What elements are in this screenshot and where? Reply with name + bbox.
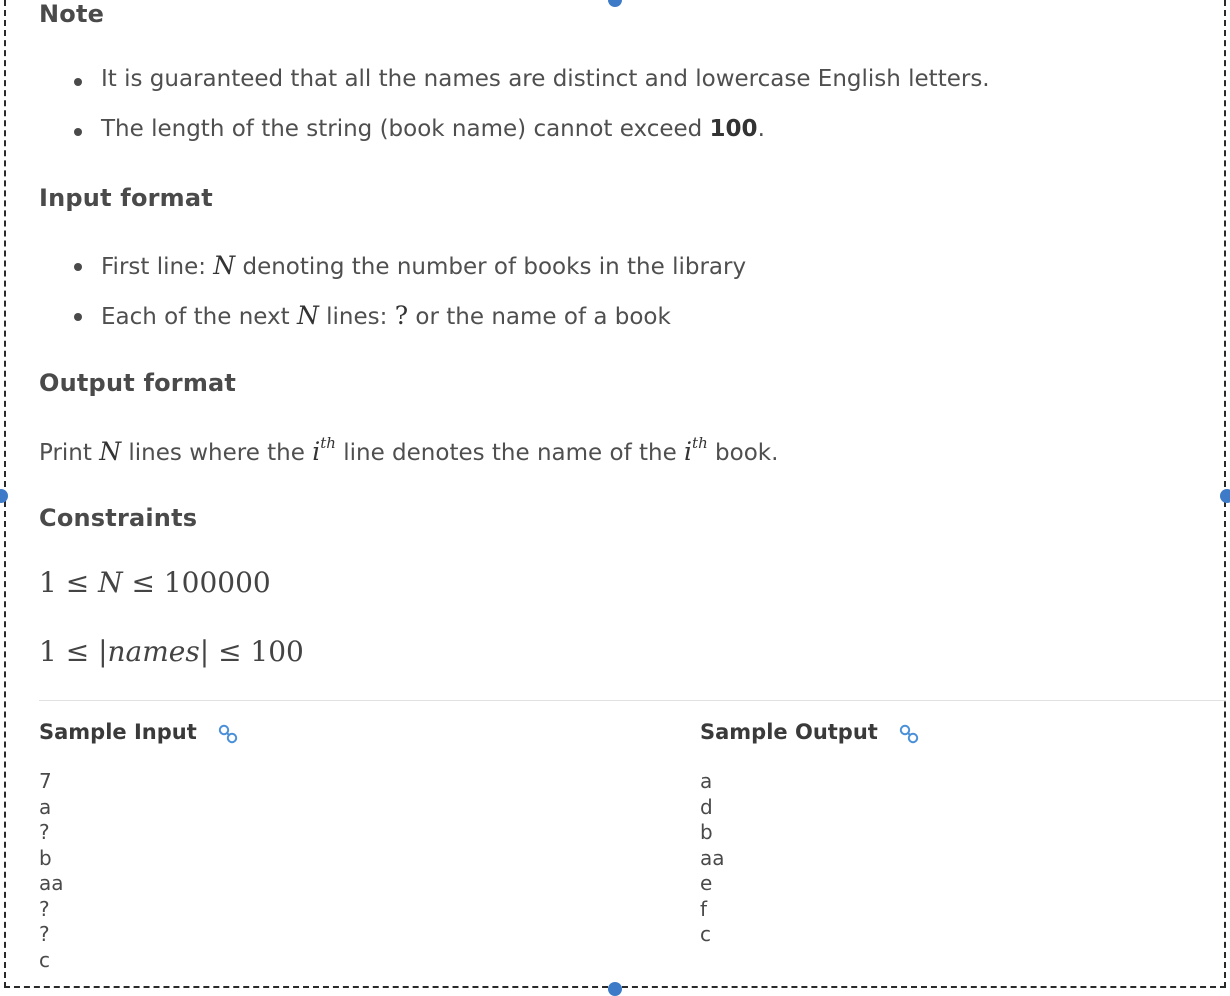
math-var-n: N xyxy=(213,251,236,280)
resize-handle-right[interactable] xyxy=(1220,489,1230,503)
sample-input-title: Sample Input xyxy=(39,720,197,744)
math-question: ? xyxy=(394,301,409,330)
note-heading: Note xyxy=(39,0,105,28)
constraint-names: 1 ≤ |names| ≤ 100 xyxy=(39,635,304,668)
sample-output-title: Sample Output xyxy=(700,720,878,744)
sample-input-line: a xyxy=(39,794,52,819)
selection-border xyxy=(4,0,1226,988)
input-text: denoting the number of books in the libr… xyxy=(235,254,747,280)
output-format-heading: Output format xyxy=(39,369,237,397)
sample-input-block: 7 a? b aa?? c xyxy=(39,769,64,973)
sample-input-line: aa xyxy=(39,871,64,895)
sample-output-line: a xyxy=(700,769,713,793)
sample-input-line: ? xyxy=(39,922,50,946)
link-icon[interactable] xyxy=(217,723,239,745)
section-divider xyxy=(39,700,1226,701)
math-sup-th: th xyxy=(320,434,336,452)
sample-input-line: ? xyxy=(39,820,50,844)
constraint-text: ≤ 100000 xyxy=(122,566,271,599)
input-bullet-next-lines: Each of the next N lines: ? or the name … xyxy=(74,301,671,330)
math-sup-th: th xyxy=(692,434,708,452)
output-text: book. xyxy=(707,440,779,466)
sample-input-line: ? xyxy=(39,896,50,921)
math-var-names: names xyxy=(107,635,200,668)
sample-output-line: d xyxy=(700,794,713,819)
sample-output-line: c xyxy=(700,922,711,946)
note-bullet-text: It is guaranteed that all the names are … xyxy=(101,66,990,92)
sample-output-line: b xyxy=(700,820,713,844)
note-bullet-end: . xyxy=(757,116,765,142)
sample-output-block: a d b aa e f c xyxy=(700,769,725,948)
input-bullet-first-line: First line: N denoting the number of boo… xyxy=(73,251,747,280)
input-text: Each of the next xyxy=(101,304,297,330)
constraint-text: | ≤ 100 xyxy=(199,635,304,668)
sample-output-line: e xyxy=(700,871,713,895)
link-icon[interactable] xyxy=(898,723,920,745)
resize-handle-bottom[interactable] xyxy=(608,982,622,996)
sample-input-line: c xyxy=(39,947,50,972)
sample-output-line: aa xyxy=(700,845,725,870)
math-var-n: N xyxy=(99,437,122,466)
math-var-n: N xyxy=(98,566,123,599)
math-var-n: N xyxy=(296,301,319,330)
note-bullet-length: The length of the string (book name) can… xyxy=(74,116,765,142)
input-text: First line: xyxy=(101,254,214,280)
output-text: line denotes the name of the xyxy=(335,440,685,466)
input-text: or the name of a book xyxy=(408,304,671,330)
constraint-text: 1 ≤ xyxy=(39,566,99,599)
constraint-text: 1 ≤ | xyxy=(39,635,108,668)
constraint-n: 1 ≤ N ≤ 100000 xyxy=(39,566,271,599)
math-var-i: i xyxy=(684,437,693,466)
note-bullet-text: The length of the string (book name) can… xyxy=(101,116,710,142)
output-text: Print xyxy=(39,440,100,466)
input-text: lines: xyxy=(318,304,395,330)
selection-frame: Note It is guaranteed that all the names… xyxy=(0,0,1230,996)
length-limit: 100 xyxy=(709,116,758,142)
sample-input-line: b xyxy=(39,845,52,870)
input-format-heading: Input format xyxy=(39,184,213,212)
constraints-heading: Constraints xyxy=(39,504,198,532)
output-format-text: Print N lines where the ith line denotes… xyxy=(39,434,778,466)
sample-input-line: 7 xyxy=(39,769,52,793)
note-bullet-distinct: It is guaranteed that all the names are … xyxy=(74,66,990,92)
sample-output-line: f xyxy=(700,896,708,921)
output-text: lines where the xyxy=(121,440,313,466)
